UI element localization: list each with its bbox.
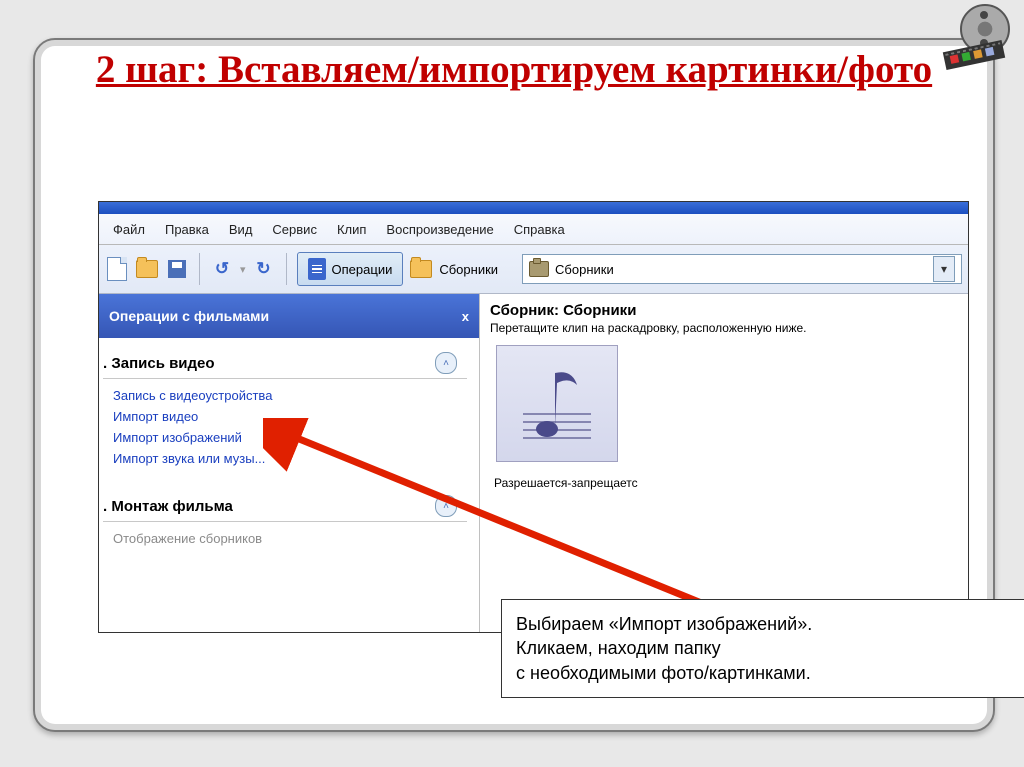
menu-help[interactable]: Справка <box>504 218 575 241</box>
callout-line2: Кликаем, находим папку <box>516 638 721 658</box>
document-icon <box>107 257 127 281</box>
link-import-audio[interactable]: Импорт звука или музы... <box>113 448 479 469</box>
separator <box>286 253 287 285</box>
operations-button[interactable]: Операции <box>297 252 404 286</box>
menu-file[interactable]: Файл <box>103 218 155 241</box>
folder-icon <box>410 260 432 278</box>
menu-edit[interactable]: Правка <box>155 218 219 241</box>
callout-box: Выбираем «Импорт изображений». Кликаем, … <box>501 599 1024 698</box>
task-pane: Операции с фильмами x . Запись видео ˄ З… <box>99 294 480 633</box>
link-import-video[interactable]: Импорт видео <box>113 406 479 427</box>
app-screenshot: Файл Правка Вид Сервис Клип Воспроизведе… <box>98 201 969 633</box>
moviemaker-logo <box>944 4 1016 64</box>
collections-label: Сборники <box>439 262 498 277</box>
menu-clip[interactable]: Клип <box>327 218 376 241</box>
open-button[interactable] <box>135 257 159 281</box>
task-pane-close[interactable]: x <box>462 309 469 324</box>
chevron-up-icon[interactable]: ˄ <box>435 495 457 517</box>
undo-dropdown[interactable]: ▾ <box>240 263 246 276</box>
link-capture-device[interactable]: Запись с видеоустройства <box>113 385 479 406</box>
task-pane-header: Операции с фильмами x <box>99 294 479 338</box>
menu-play[interactable]: Воспроизведение <box>376 218 503 241</box>
operations-label: Операции <box>332 262 393 277</box>
collections-folder-button[interactable] <box>409 257 433 281</box>
task-pane-title: Операции с фильмами <box>109 308 269 324</box>
section-label: . Монтаж фильма <box>103 498 233 515</box>
separator <box>199 253 200 285</box>
music-note-icon <box>517 359 597 449</box>
new-button[interactable] <box>105 257 129 281</box>
undo-button[interactable]: ↺ <box>210 257 234 281</box>
link-import-images[interactable]: Импорт изображений <box>113 427 479 448</box>
link-show-collections[interactable]: Отображение сборников <box>113 528 479 549</box>
collections-dropdown[interactable]: Сборники <box>522 254 962 284</box>
collection-hint: Перетащите клип на раскадровку, располож… <box>490 321 958 335</box>
menu-view[interactable]: Вид <box>219 218 263 241</box>
section-label: . Запись видео <box>103 355 215 372</box>
slide-heading: 2 шаг: Вставляем/импортируем картинки/фо… <box>75 48 953 93</box>
clip-thumbnail[interactable] <box>496 345 618 462</box>
redo-button[interactable]: ↻ <box>252 257 276 281</box>
dropdown-value: Сборники <box>555 262 927 277</box>
chevron-down-icon[interactable] <box>933 256 955 282</box>
menubar: Файл Правка Вид Сервис Клип Воспроизведе… <box>99 214 968 245</box>
callout-line1: Выбираем «Импорт изображений». <box>516 614 812 634</box>
floppy-icon <box>168 260 186 278</box>
task-section-capture[interactable]: . Запись видео ˄ <box>103 344 467 379</box>
save-button[interactable] <box>165 257 189 281</box>
thumb-caption: Разрешается-запрещаетс <box>494 476 958 490</box>
task-section-edit[interactable]: . Монтаж фильма ˄ <box>103 487 467 522</box>
toolbar: ↺ ▾ ↻ Операции Сборники Сборники <box>99 245 968 294</box>
callout-line3: с необходимыми фото/картинками. <box>516 663 811 683</box>
camera-icon <box>529 261 549 277</box>
content-pane: Сборник: Сборники Перетащите клип на рас… <box>480 294 968 633</box>
titlebar-strip <box>99 202 968 214</box>
chevron-up-icon[interactable]: ˄ <box>435 352 457 374</box>
tasks-icon <box>308 258 326 280</box>
collection-title: Сборник: Сборники <box>490 302 958 319</box>
menu-service[interactable]: Сервис <box>262 218 327 241</box>
folder-icon <box>136 260 158 278</box>
